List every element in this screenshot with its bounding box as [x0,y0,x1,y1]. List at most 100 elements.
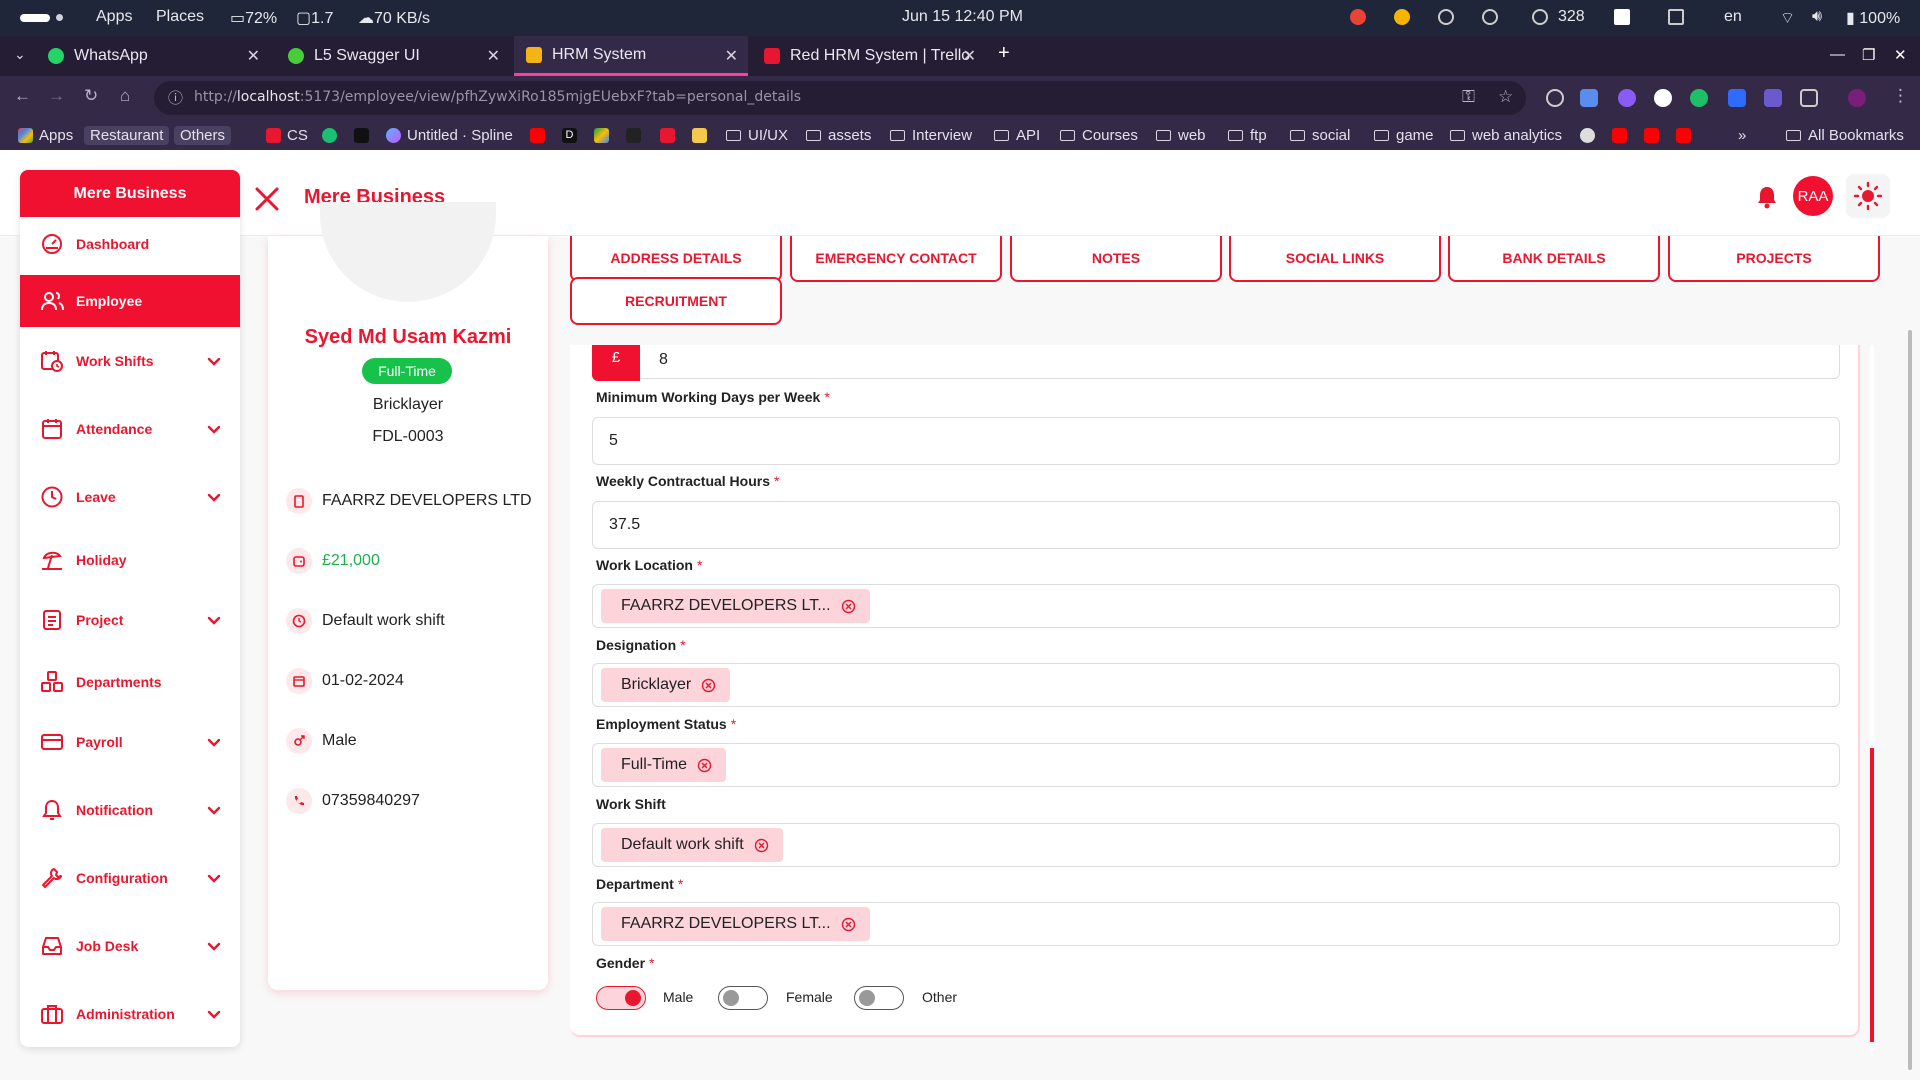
minimize-icon[interactable]: — [1830,46,1845,63]
tab-trello[interactable]: Red HRM System | Trello ✕ [752,36,986,76]
sidebar-item-configuration[interactable]: Configuration [20,852,240,904]
sidebar-brand[interactable]: Mere Business [20,170,240,217]
remove-tag-icon[interactable] [697,758,712,773]
tab-swagger[interactable]: L5 Swagger UI ✕ [276,36,510,76]
gender-male-toggle[interactable] [596,986,646,1010]
sidebar-item-departments[interactable]: Departments [20,656,240,708]
remove-tag-icon[interactable] [701,678,716,693]
bookmark-yt-3[interactable] [1676,124,1697,146]
bookmark-folder-uiux[interactable]: UI/UX [726,124,788,146]
volume-icon[interactable]: 🔊︎ [1812,8,1822,26]
bookmark-restaurant[interactable]: Restaurant [84,124,170,146]
min-working-days-input[interactable]: 5 [592,417,1840,465]
sidebar-item-work-shifts[interactable]: Work Shifts [20,335,240,387]
places-menu[interactable]: Places [156,8,204,26]
ext-target-icon[interactable] [1546,89,1564,107]
sidebar-item-employee[interactable]: Employee [20,275,240,327]
ext-green-icon[interactable] [1690,89,1708,107]
form-scrollbar-thumb[interactable] [1870,748,1874,1042]
bookmark-d[interactable]: D [562,124,583,146]
url-text[interactable]: http://localhost:5173/employee/view/pfhZ… [194,89,801,105]
employment-status-select[interactable]: Full-Time [592,743,1840,787]
work-shift-select[interactable]: Default work shift [592,823,1840,867]
bookmark-folder-api[interactable]: API [994,124,1040,146]
department-select[interactable]: FAARRZ DEVELOPERS LT... [592,902,1840,946]
battery-level[interactable]: ▮ 100% [1846,8,1900,28]
sidebar-item-notification[interactable]: Notification [20,784,240,836]
bookmark-yt-1[interactable] [1612,124,1633,146]
tab-hrm-system[interactable]: HRM System ✕ [514,36,748,76]
bookmark-folder-ftp[interactable]: ftp [1228,124,1267,146]
sidebar-item-leave[interactable]: Leave [20,471,240,523]
bluetooth-icon[interactable] [1438,9,1454,25]
tab-address-details[interactable]: ADDRESS DETAILS [570,236,782,282]
tab-whatsapp[interactable]: WhatsApp ✕ [36,36,270,76]
remove-tag-icon[interactable] [754,838,769,853]
remove-tag-icon[interactable] [841,917,856,932]
browser-menu-icon[interactable]: ⋮ [1892,86,1909,106]
back-icon[interactable]: ← [14,86,31,106]
bluetooth-alt-icon[interactable] [1482,9,1498,25]
tab-projects[interactable]: PROJECTS [1668,236,1880,282]
keyboard-layout[interactable]: en [1724,8,1742,26]
weather-icon[interactable] [1394,9,1410,25]
bookmark-folder-courses[interactable]: Courses [1060,124,1138,146]
all-bookmarks[interactable]: All Bookmarks [1786,124,1904,146]
ext-chrome-icon[interactable] [1654,89,1672,107]
sidebar-item-dashboard[interactable]: Dashboard [20,218,240,270]
salary-field[interactable]: 8 [592,345,1840,379]
bookmark-yt-2[interactable] [1644,124,1665,146]
apps-menu[interactable]: Apps [96,8,132,26]
home-icon[interactable]: ⌂ [120,86,130,106]
bookmark-folder-web[interactable]: web [1156,124,1206,146]
theme-toggle-button[interactable] [1846,174,1890,218]
bookmark-figma[interactable] [626,124,647,146]
close-tab-icon[interactable]: ✕ [247,46,260,66]
sidebar-item-job-desk[interactable]: Job Desk [20,920,240,972]
ext-shield-icon[interactable] [1728,89,1746,107]
reload-icon[interactable]: ↻ [84,86,98,106]
site-info-icon[interactable]: ⓘ [168,87,183,108]
notification-bell-icon[interactable] [1756,185,1778,209]
ext-purple-icon[interactable] [1618,89,1636,107]
forward-icon[interactable]: → [48,86,65,106]
bookmark-folder-assets[interactable]: assets [806,124,871,146]
bookmark-folder-game[interactable]: game [1374,124,1434,146]
password-key-icon[interactable]: ⚿ [1462,87,1475,107]
updates-icon[interactable] [1532,9,1548,25]
sidebar-item-payroll[interactable]: Payroll [20,716,240,768]
gender-other-toggle[interactable] [854,986,904,1010]
bookmark-folder-interview[interactable]: Interview [890,124,972,146]
bookmark-star-icon[interactable]: ☆ [1498,87,1513,107]
clipboard-icon[interactable] [1668,9,1684,25]
gender-female-toggle[interactable] [718,986,768,1010]
bookmark-others[interactable]: Others [174,124,232,146]
sidebar-item-administration[interactable]: Administration [20,988,240,1040]
tab-social-links[interactable]: SOCIAL LINKS [1229,236,1441,282]
gender-female-label[interactable]: Female [786,989,833,1005]
extensions-puzzle-icon[interactable] [1800,89,1818,107]
close-sidebar-icon[interactable] [254,186,280,212]
chrome-icon[interactable] [1350,9,1366,25]
clock[interactable]: Jun 15 12:40 PM [902,8,1023,26]
tab-bank-details[interactable]: BANK DETAILS [1448,236,1660,282]
tab-notes[interactable]: NOTES [1010,236,1222,282]
close-tab-icon[interactable]: ✕ [487,46,500,66]
new-tab-icon[interactable]: + [998,42,1010,65]
profile-avatar-icon[interactable] [1848,89,1866,107]
weekly-hours-input[interactable]: 37.5 [592,501,1840,549]
wifi-icon[interactable]: ⌔ [1780,8,1795,28]
tab-list-chevron-icon[interactable]: ⌄ [14,46,26,63]
ext-screenshot-icon[interactable] [1580,89,1598,107]
activities-indicator[interactable] [20,14,50,22]
designation-select[interactable]: Bricklayer [592,663,1840,707]
bookmark-youtube[interactable] [530,124,551,146]
page-scrollbar-thumb[interactable] [1908,330,1912,1070]
bookmark-fiverr[interactable] [322,124,343,146]
work-location-select[interactable]: FAARRZ DEVELOPERS LT... [592,584,1840,628]
address-bar[interactable]: ⓘ http://localhost:5173/employee/view/pf… [154,81,1526,115]
close-tab-icon[interactable]: ✕ [725,46,738,66]
bookmark-folder-web-analytics[interactable]: web analytics [1450,124,1562,146]
bookmark-github[interactable] [1580,124,1601,146]
bookmark-cs[interactable]: CS [266,124,308,146]
